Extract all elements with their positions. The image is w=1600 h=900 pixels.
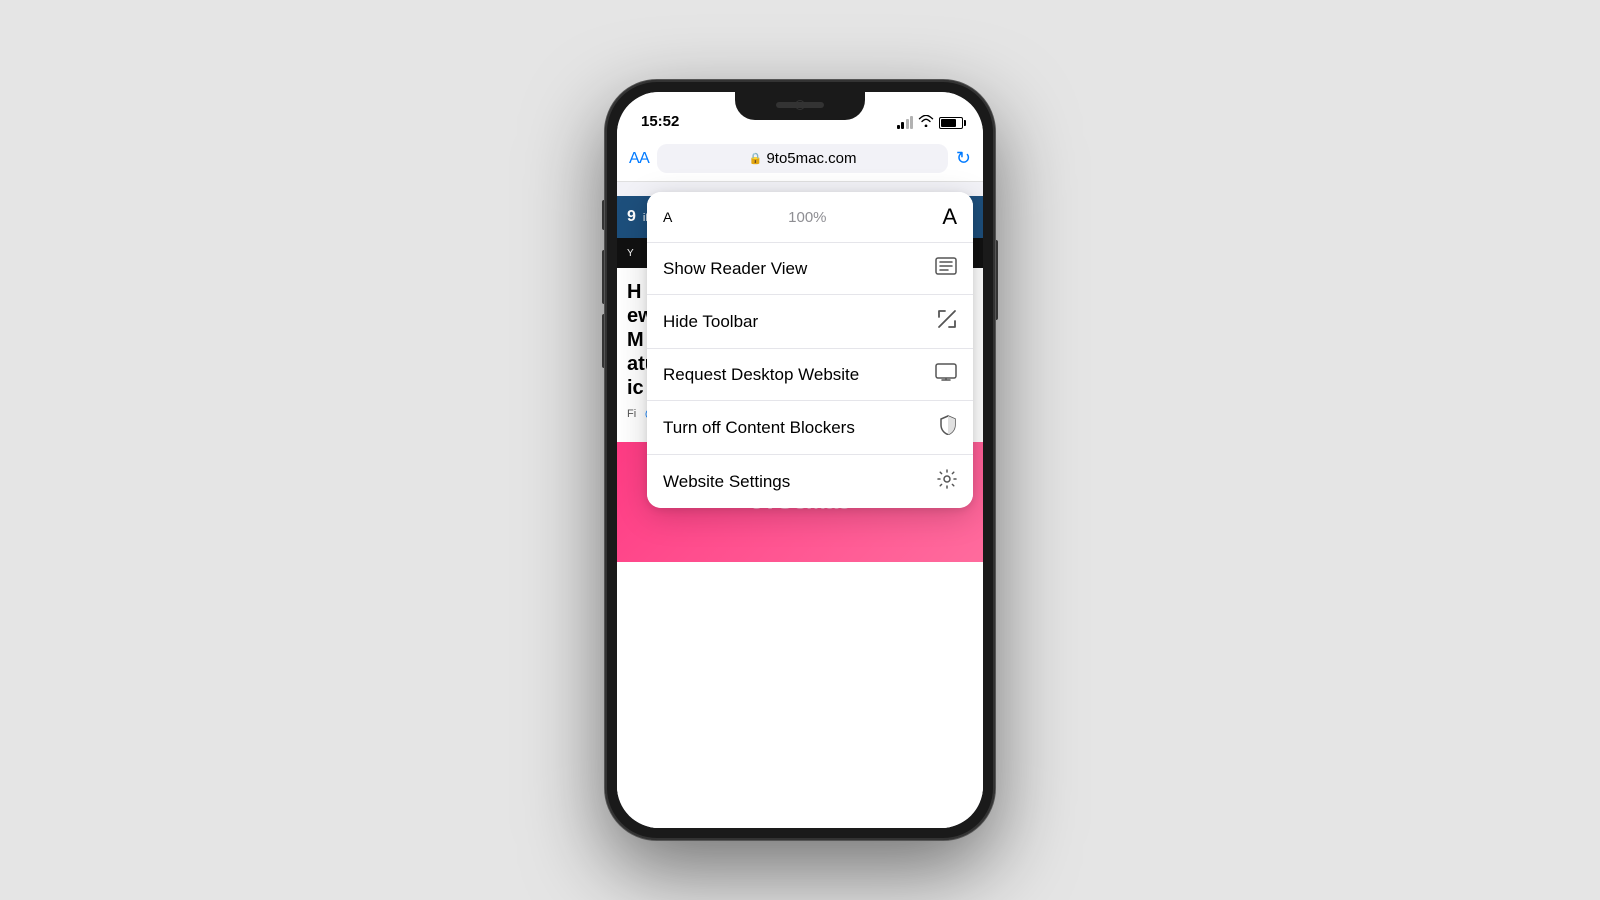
shield-icon bbox=[939, 415, 957, 440]
reader-view-icon bbox=[935, 257, 957, 280]
hide-toolbar-icon bbox=[937, 309, 957, 334]
show-reader-view-item[interactable]: Show Reader View bbox=[647, 243, 973, 295]
content-blockers-item[interactable]: Turn off Content Blockers bbox=[647, 401, 973, 455]
headline-part1: H bbox=[627, 281, 641, 303]
phone-frame: 15:52 bbox=[605, 80, 995, 840]
font-increase-button[interactable]: A bbox=[942, 204, 957, 230]
notch bbox=[735, 92, 865, 120]
black-bar-text: Y bbox=[627, 248, 634, 259]
desktop-icon bbox=[935, 363, 957, 386]
phone-wrapper: 15:52 bbox=[605, 80, 995, 840]
dropdown-menu: A 100% A Show Reader View bbox=[647, 192, 973, 508]
page-background: 15:52 bbox=[0, 0, 1600, 900]
headline-part5: ic bbox=[627, 377, 644, 399]
aa-button[interactable]: AA bbox=[629, 150, 649, 168]
signal-icon bbox=[897, 117, 914, 129]
phone-screen: 15:52 bbox=[617, 92, 983, 828]
show-reader-view-label: Show Reader View bbox=[663, 259, 807, 279]
request-desktop-item[interactable]: Request Desktop Website bbox=[647, 349, 973, 401]
url-text: 9to5mac.com bbox=[766, 150, 856, 167]
article-prefix: Fi bbox=[627, 408, 636, 420]
status-icons bbox=[897, 115, 964, 130]
wifi-icon bbox=[918, 115, 934, 130]
font-percent-label: 100% bbox=[788, 209, 826, 226]
url-bar[interactable]: 🔒 9to5mac.com bbox=[657, 144, 948, 173]
reload-button[interactable]: ↻ bbox=[956, 148, 971, 169]
battery-icon bbox=[939, 117, 963, 129]
website-settings-item[interactable]: Website Settings bbox=[647, 455, 973, 508]
request-desktop-label: Request Desktop Website bbox=[663, 365, 859, 385]
hide-toolbar-item[interactable]: Hide Toolbar bbox=[647, 295, 973, 349]
gear-icon bbox=[937, 469, 957, 494]
lock-icon: 🔒 bbox=[749, 152, 763, 165]
hide-toolbar-label: Hide Toolbar bbox=[663, 312, 758, 332]
site-logo: 9 bbox=[627, 208, 635, 226]
power-button bbox=[995, 240, 998, 320]
headline-part3: M bbox=[627, 329, 644, 351]
website-settings-label: Website Settings bbox=[663, 472, 790, 492]
content-blockers-label: Turn off Content Blockers bbox=[663, 418, 855, 438]
font-decrease-button[interactable]: A bbox=[663, 209, 672, 225]
font-size-row: A 100% A bbox=[647, 192, 973, 243]
status-time: 15:52 bbox=[637, 113, 679, 130]
browser-area: AA 🔒 9to5mac.com ↻ 9 iPhone bbox=[617, 136, 983, 828]
address-bar[interactable]: AA 🔒 9to5mac.com ↻ bbox=[617, 136, 983, 182]
